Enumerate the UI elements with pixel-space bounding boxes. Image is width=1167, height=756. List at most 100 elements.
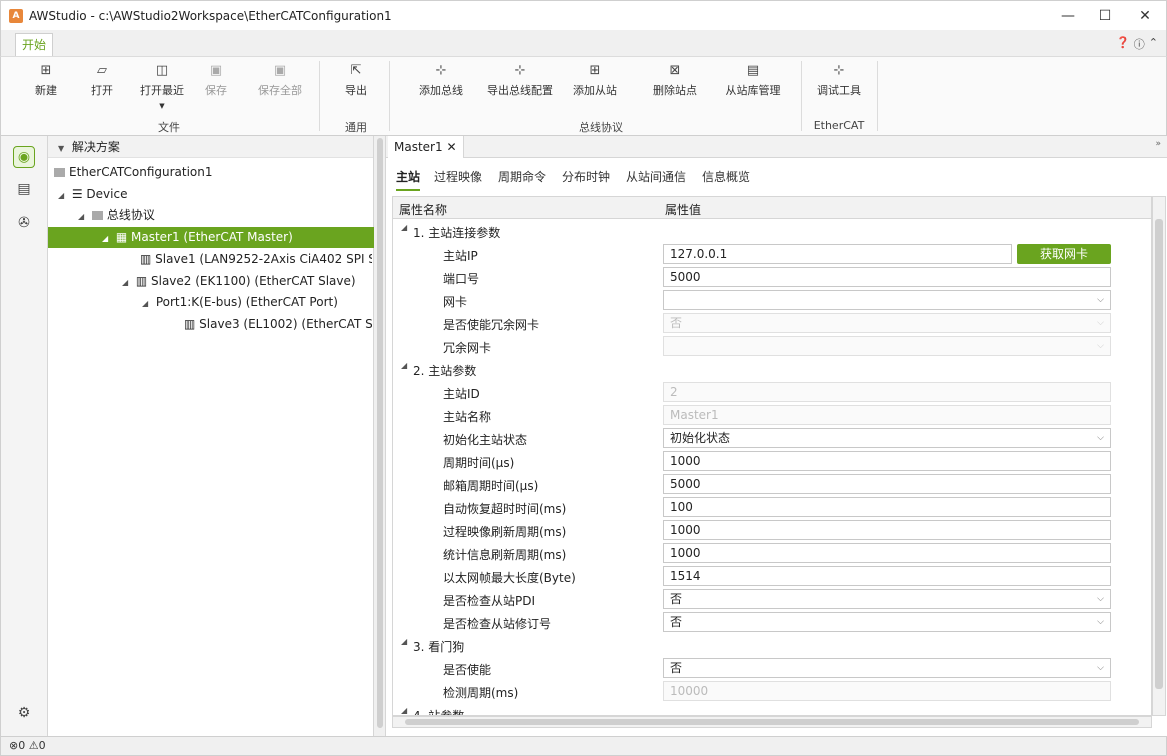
collapse-icon: ◢	[401, 361, 408, 370]
help-icon[interactable]: ❓	[1116, 36, 1130, 52]
folder-icon	[91, 211, 103, 220]
subtab-cyclic-commands[interactable]: 周期命令	[498, 168, 546, 185]
tree-item-slave1[interactable]: ▥ Slave1 (LAN9252-2Axis CiA402 SPI Sa...	[140, 249, 372, 270]
chevron-down-icon: ⌵	[1097, 594, 1104, 604]
grid-horizontal-scrollbar[interactable]	[392, 716, 1152, 728]
gear-icon[interactable]: ⚙	[13, 702, 35, 724]
master-name-input[interactable]: Master1	[663, 405, 1111, 425]
grid-vertical-scrollbar[interactable]	[1152, 196, 1166, 716]
folder-icon	[54, 168, 65, 177]
subtab-distributed-clock[interactable]: 分布时钟	[562, 168, 610, 185]
error-icon[interactable]: ⊗	[9, 739, 18, 752]
group-file-label: 文件	[158, 121, 180, 134]
debug-tool-button[interactable]: ⊹ 调试工具	[809, 63, 869, 98]
delete-station-icon: ⊠	[669, 63, 681, 78]
port-input[interactable]: 5000	[663, 267, 1111, 287]
solution-explorer-icon[interactable]: ◉	[13, 146, 35, 168]
list-icon: ☰	[71, 187, 83, 201]
section-connection[interactable]: ◢ 1. 主站连接参数	[393, 220, 1151, 243]
redundant-enable-select[interactable]: 否 ⌵	[663, 313, 1111, 333]
auto-recover-input[interactable]: 100	[663, 497, 1111, 517]
collapse-icon: ◢	[401, 223, 408, 232]
stats-refresh-input[interactable]: 1000	[663, 543, 1111, 563]
nic-select[interactable]: ⌵	[663, 290, 1111, 310]
export-icon: ⇱	[350, 63, 362, 78]
new-button[interactable]: ⊞ 新建	[19, 63, 73, 98]
close-icon[interactable]: ✕	[446, 140, 456, 154]
collapse-icon: ▼	[58, 144, 65, 153]
tree-item-slave2[interactable]: ◢ ▥ Slave2 (EK1100) (EtherCAT Slave)	[122, 271, 356, 292]
warning-icon[interactable]: ⚠	[29, 739, 39, 752]
open-folder-icon: ▱	[97, 63, 107, 78]
recent-button[interactable]: ◫ 打开最近 ▼	[135, 63, 189, 111]
document-icon[interactable]: ▤	[13, 178, 35, 200]
add-slave-icon: ⊞	[589, 63, 601, 78]
save-button[interactable]: ▣ 保存	[189, 63, 243, 98]
tab-master1[interactable]: Master1 ✕	[388, 136, 464, 158]
section-station-params[interactable]: ◢ 4. 站参数	[393, 703, 1151, 715]
slave-icon: ▥	[184, 317, 196, 331]
chevron-down-icon: ⌵	[1097, 617, 1104, 627]
master-ip-input[interactable]: 127.0.0.1	[663, 244, 1012, 264]
group-ethercat-label: EtherCAT	[813, 119, 865, 132]
open-button[interactable]: ▱ 打开	[75, 63, 129, 98]
export-button[interactable]: ⇱ 导出	[329, 63, 383, 98]
activity-bar: ◉ ▤ ✇ ⚙	[0, 136, 48, 736]
tree-item-config[interactable]: EtherCATConfiguration1	[54, 162, 213, 183]
subtab-overview[interactable]: 信息概览	[702, 168, 750, 185]
maximize-button[interactable]: ☐	[1085, 1, 1125, 31]
tree-header[interactable]: ▼ 解决方案	[48, 136, 373, 158]
tree-item-master[interactable]: ◢ ▦ Master1 (EtherCAT Master)	[48, 227, 374, 248]
close-button[interactable]: ✕	[1125, 1, 1165, 31]
add-bus-button[interactable]: ⊹ 添加总线	[411, 63, 471, 98]
subtab-slave-comm[interactable]: 从站间通信	[626, 168, 686, 185]
save-all-button[interactable]: ▣ 保存全部	[253, 63, 307, 98]
add-bus-icon: ⊹	[435, 63, 447, 78]
expand-icon: ◢	[102, 234, 109, 243]
tree-item-bus[interactable]: ◢ 总线协议	[78, 205, 155, 226]
redundant-nic-select[interactable]: ⌵	[663, 336, 1111, 356]
tree-item-slave3[interactable]: ▥ Slave3 (EL1002) (EtherCAT Sla...	[184, 314, 372, 335]
eth-frame-input[interactable]: 1514	[663, 566, 1111, 586]
debug-tool-icon: ⊹	[833, 63, 845, 78]
table-row: 是否使能冗余网卡否 ⌵	[393, 312, 1151, 335]
process-image-input[interactable]: 1000	[663, 520, 1111, 540]
tree-scrollbar[interactable]	[374, 136, 386, 736]
check-pdi-select[interactable]: 否 ⌵	[663, 589, 1111, 609]
get-nic-button[interactable]: 获取网卡	[1017, 244, 1111, 264]
warning-count: 0	[38, 739, 46, 752]
table-row: 是否检查从站PDI 否 ⌵	[393, 588, 1151, 611]
init-state-select[interactable]: 初始化状态 ⌵	[663, 428, 1111, 448]
table-row: 主站名称 Master1	[393, 404, 1151, 427]
cycle-time-input[interactable]: 1000	[663, 451, 1111, 471]
save-icon: ▣	[209, 63, 223, 78]
table-row: 冗余网卡 ⌵	[393, 335, 1151, 358]
add-slave-button[interactable]: ⊞ 添加从站	[565, 63, 625, 98]
table-row: 是否使能否 ⌵	[393, 657, 1151, 680]
section-master-params[interactable]: ◢ 2. 主站参数	[393, 358, 1151, 381]
overflow-chevron-icon[interactable]: »	[1155, 139, 1161, 149]
chevron-down-icon: ▼	[159, 102, 165, 110]
watchdog-enable-select[interactable]: 否 ⌵	[663, 658, 1111, 678]
tree-item-device[interactable]: ◢ ☰ Device	[58, 184, 127, 205]
delete-station-button[interactable]: ⊠ 删除站点	[645, 63, 705, 98]
table-row: 检测周期(ms) 10000	[393, 680, 1151, 703]
network-icon[interactable]: ✇	[13, 212, 35, 234]
subtab-process-image[interactable]: 过程映像	[434, 168, 482, 185]
master-id-input[interactable]: 2	[663, 382, 1111, 402]
table-row: 网卡 ⌵	[393, 289, 1151, 312]
tab-start[interactable]: 开始	[15, 33, 54, 56]
info-icon[interactable]: ⓘ	[1134, 36, 1145, 52]
export-bus-icon: ⊹	[514, 63, 526, 78]
subtab-master[interactable]: 主站	[396, 168, 421, 191]
solution-tree: ▼ 解决方案 EtherCATConfiguration1 ◢ ☰ Device…	[48, 136, 374, 736]
collapse-ribbon-icon[interactable]: ⌃	[1149, 36, 1158, 52]
slave-library-button[interactable]: ▤ 从站库管理	[717, 63, 789, 98]
tree-item-port[interactable]: ◢ Port1:K(E-bus) (EtherCAT Port)	[142, 292, 338, 313]
check-rev-select[interactable]: 否 ⌵	[663, 612, 1111, 632]
watchdog-period-input[interactable]: 10000	[663, 681, 1111, 701]
mailbox-cycle-input[interactable]: 5000	[663, 474, 1111, 494]
minimize-button[interactable]: —	[1048, 1, 1088, 31]
export-bus-config-button[interactable]: ⊹ 导出总线配置	[479, 63, 561, 98]
section-watchdog[interactable]: ◢ 3. 看门狗	[393, 634, 1151, 657]
